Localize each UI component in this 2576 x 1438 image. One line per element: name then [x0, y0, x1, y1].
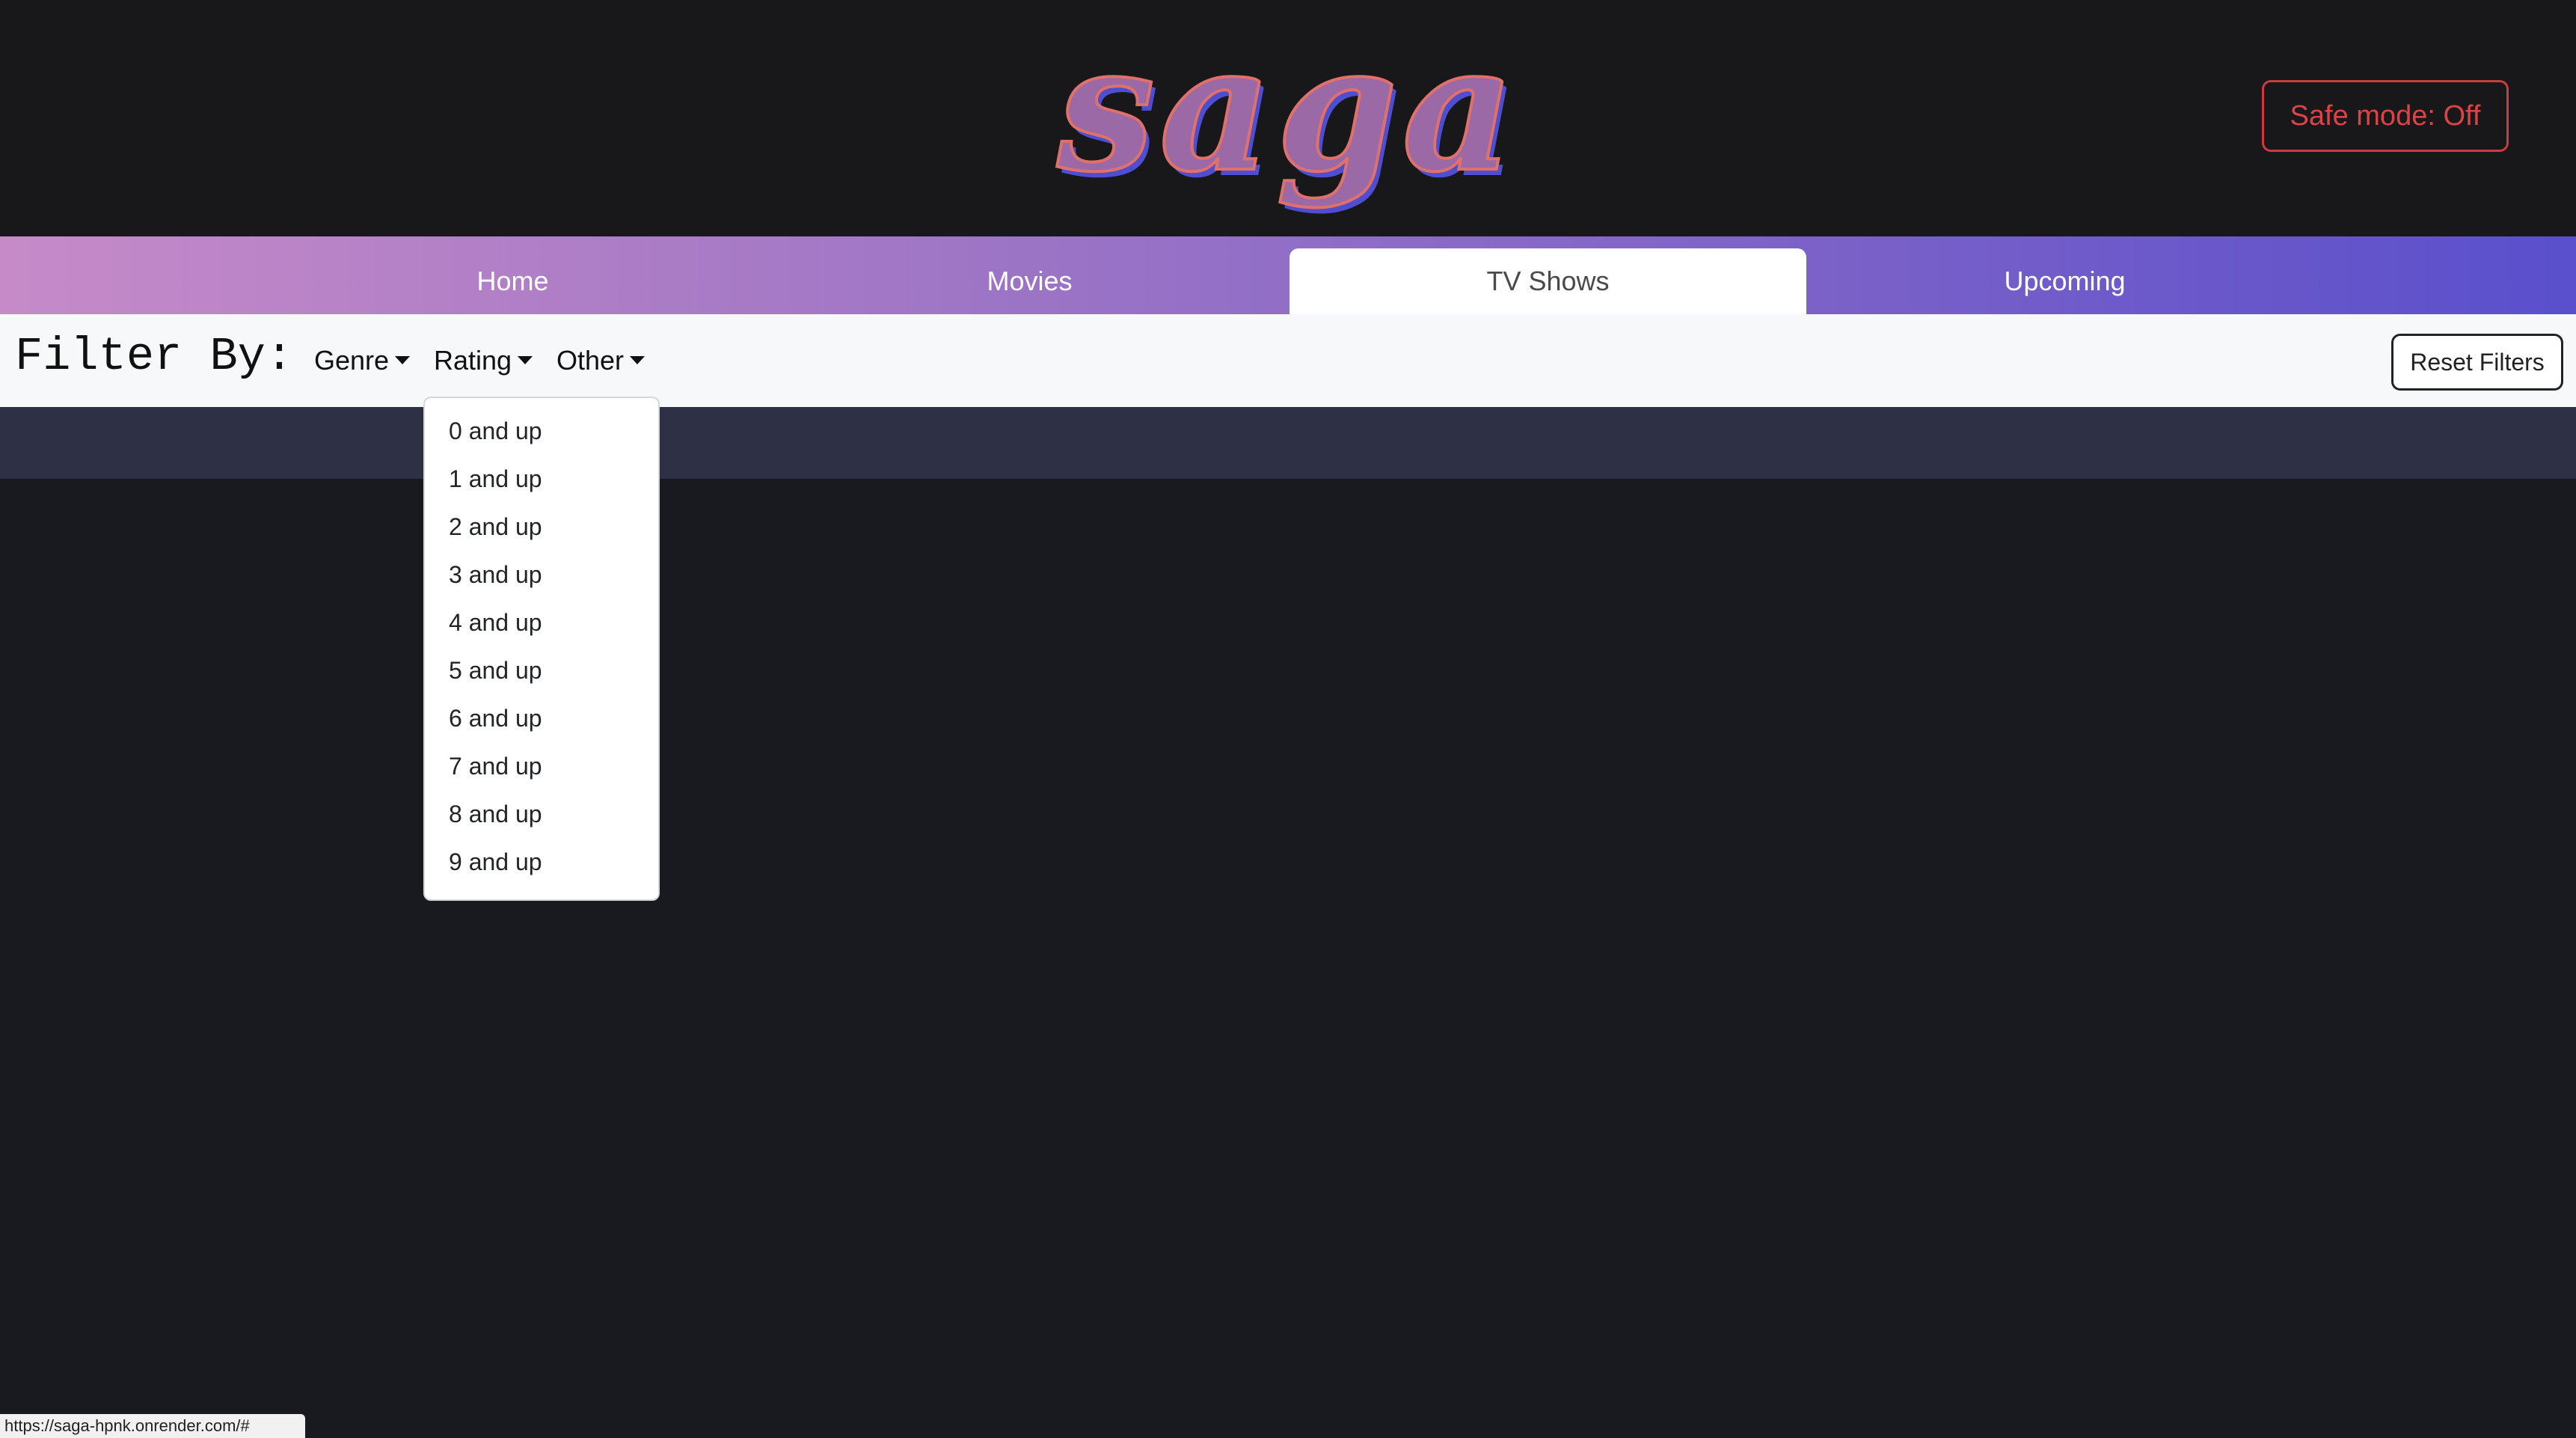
- filter-bar: Filter By: Genre Rating Other Reset Filt…: [0, 314, 2576, 407]
- status-bar-url: https://saga-hpnk.onrender.com/#: [0, 1414, 305, 1438]
- tab-movies[interactable]: Movies: [771, 248, 1288, 314]
- rating-option-5[interactable]: 5 and up: [425, 646, 658, 694]
- rating-dropdown-label: Rating: [434, 345, 512, 376]
- content-band: [0, 407, 2576, 479]
- caret-down-icon: [630, 355, 645, 364]
- tab-upcoming[interactable]: Upcoming: [1806, 248, 2323, 314]
- rating-dropdown-menu: 0 and up 1 and up 2 and up 3 and up 4 an…: [423, 397, 660, 901]
- rating-option-9[interactable]: 9 and up: [425, 838, 658, 886]
- caret-down-icon: [518, 355, 533, 364]
- other-dropdown-label: Other: [556, 345, 625, 376]
- main-nav: Home Movies TV Shows Upcoming: [0, 236, 2576, 314]
- caret-down-icon: [395, 355, 411, 364]
- tab-tv-shows[interactable]: TV Shows: [1289, 248, 1806, 314]
- reset-filters-button[interactable]: Reset Filters: [2391, 334, 2563, 391]
- other-dropdown-toggle[interactable]: Other: [556, 343, 645, 379]
- saga-logo[interactable]: saga: [0, 13, 2576, 204]
- rating-dropdown-toggle[interactable]: Rating: [434, 343, 533, 379]
- rating-option-8[interactable]: 8 and up: [425, 790, 658, 838]
- rating-option-1[interactable]: 1 and up: [425, 455, 658, 503]
- genre-dropdown-label: Genre: [314, 345, 390, 376]
- rating-option-6[interactable]: 6 and up: [425, 694, 658, 742]
- rating-option-7[interactable]: 7 and up: [425, 742, 658, 790]
- rating-option-0[interactable]: 0 and up: [425, 407, 658, 455]
- rating-option-3[interactable]: 3 and up: [425, 551, 658, 599]
- genre-dropdown-toggle[interactable]: Genre: [314, 343, 411, 379]
- safe-mode-toggle-button[interactable]: Safe mode: Off: [2262, 80, 2509, 152]
- site-header: saga Safe mode: Off: [0, 0, 2576, 236]
- tab-home[interactable]: Home: [254, 248, 771, 314]
- filter-by-heading: Filter By:: [15, 330, 294, 383]
- rating-option-4[interactable]: 4 and up: [425, 599, 658, 646]
- rating-option-2[interactable]: 2 and up: [425, 503, 658, 551]
